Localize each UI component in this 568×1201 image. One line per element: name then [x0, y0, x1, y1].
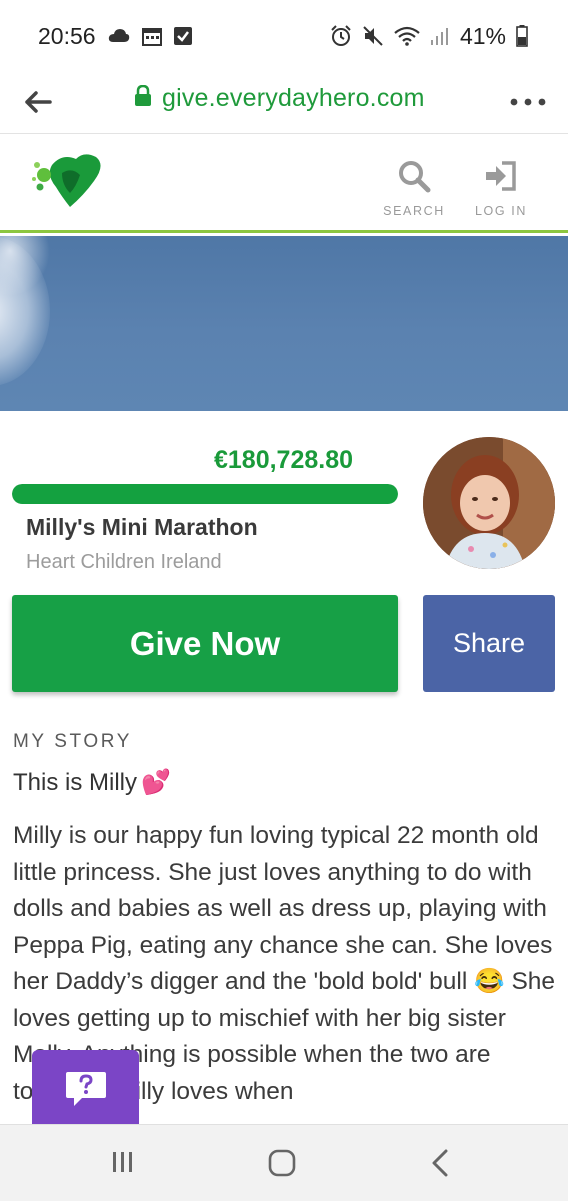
progress-bar — [12, 484, 398, 504]
back-nav-icon[interactable] — [430, 1149, 450, 1182]
mute-icon — [362, 25, 384, 47]
two-hearts-emoji: 💕 — [141, 769, 171, 796]
search-icon — [397, 161, 431, 197]
status-time: 20:56 — [38, 22, 96, 49]
progress-bar-fill — [12, 484, 398, 504]
search-button[interactable]: SEARCH — [380, 159, 448, 218]
signal-icon — [430, 26, 450, 46]
site-header: SEARCH LOG IN — [0, 135, 568, 233]
story-title: This is Milly 💕 — [13, 768, 171, 797]
cloud-icon — [108, 28, 130, 44]
hero-banner-image — [0, 236, 568, 411]
more-dots-icon[interactable] — [510, 90, 546, 114]
story-title-text: This is Milly — [13, 768, 137, 796]
alarm-icon — [330, 25, 352, 47]
calendar-icon — [141, 26, 162, 46]
battery-text: 41% — [459, 22, 506, 49]
everydayhero-logo[interactable] — [32, 153, 104, 211]
browser-address-bar: give.everydayhero.com — [0, 72, 568, 134]
avatar — [423, 437, 555, 569]
home-icon[interactable] — [268, 1149, 296, 1182]
charity-name[interactable]: Heart Children Ireland — [26, 551, 222, 574]
search-label: SEARCH — [383, 204, 445, 218]
raised-amount: €180,728.80 — [214, 446, 354, 474]
checkbox-icon — [173, 27, 192, 45]
back-arrow-icon[interactable] — [22, 86, 54, 118]
login-button[interactable]: LOG IN — [470, 159, 532, 218]
story-section-label: MY STORY — [13, 731, 133, 752]
page-title: Milly's Mini Marathon — [26, 514, 258, 540]
system-nav-bar — [0, 1124, 568, 1201]
url-field[interactable]: give.everydayhero.com — [134, 84, 425, 113]
laughing-emoji: 😂 — [474, 968, 505, 995]
wifi-icon — [394, 26, 420, 46]
help-chat-button[interactable] — [32, 1050, 139, 1128]
status-bar: 20:56 41% — [0, 0, 568, 72]
recent-apps-icon[interactable] — [110, 1149, 136, 1180]
login-icon — [484, 161, 518, 197]
give-now-button[interactable]: Give Now — [12, 595, 398, 692]
url-text: give.everydayhero.com — [162, 84, 425, 112]
login-label: LOG IN — [475, 204, 527, 218]
battery-icon — [516, 25, 528, 47]
share-button[interactable]: Share — [423, 595, 555, 692]
story-body-text: Milly is our happy fun loving typical 22… — [13, 822, 553, 995]
lock-icon — [134, 84, 152, 112]
